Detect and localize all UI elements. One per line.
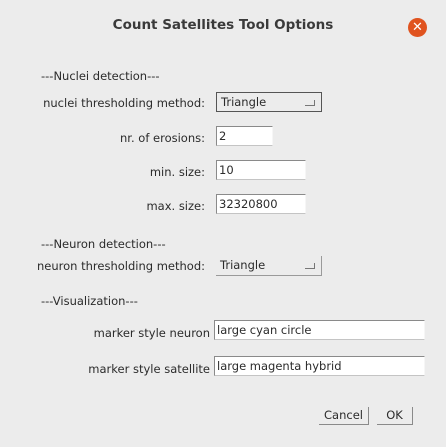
marker-neuron-field[interactable]: large cyan circle (214, 320, 425, 340)
nuclei-section-header: ---Nuclei detection--- (41, 69, 160, 83)
min-size-label: min. size: (149, 165, 205, 179)
ok-button[interactable]: OK (377, 407, 413, 425)
marker-neuron-label: marker style neuron (93, 326, 210, 340)
marker-satellite-label: marker style satellite (88, 362, 210, 376)
close-icon[interactable]: ✕ (408, 18, 427, 37)
dropdown-arrow-icon (305, 263, 315, 269)
max-size-field[interactable]: 32320800 (216, 194, 306, 214)
visualization-section-header: ---Visualization--- (41, 294, 138, 308)
window-title: Count Satellites Tool Options (112, 17, 334, 33)
dropdown-arrow-icon (305, 100, 315, 106)
min-size-field[interactable]: 10 (216, 160, 306, 180)
neuron-threshold-value: Triangle (220, 258, 266, 272)
nuclei-threshold-label: nuclei thresholding method: (43, 96, 205, 110)
erosions-field[interactable]: 2 (216, 126, 273, 146)
cancel-button[interactable]: Cancel (319, 407, 369, 425)
nuclei-threshold-value: Triangle (221, 95, 267, 109)
erosions-label: nr. of erosions: (120, 131, 205, 145)
max-size-label: max. size: (146, 199, 205, 213)
neuron-threshold-label: neuron thresholding method: (37, 259, 205, 273)
title-bar: Count Satellites Tool Options ✕ (0, 0, 446, 50)
neuron-section-header: ---Neuron detection--- (41, 237, 166, 251)
neuron-threshold-select[interactable]: Triangle (216, 256, 322, 276)
nuclei-threshold-select[interactable]: Triangle (216, 92, 322, 112)
marker-satellite-field[interactable]: large magenta hybrid (214, 356, 425, 376)
